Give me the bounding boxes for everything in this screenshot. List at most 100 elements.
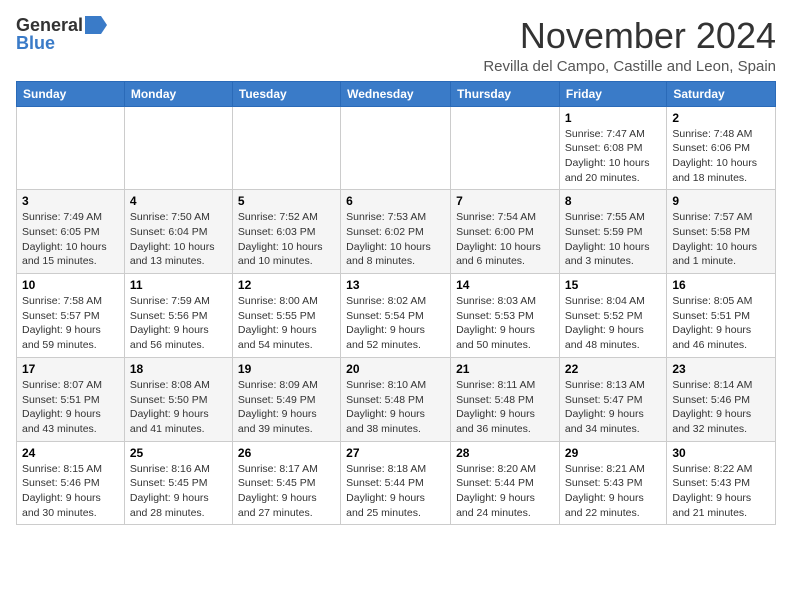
calendar-table: SundayMondayTuesdayWednesdayThursdayFrid… [16,81,776,526]
calendar-cell [341,106,451,190]
calendar-cell: 26 Sunrise: 8:17 AMSunset: 5:45 PMDayligh… [232,441,340,525]
day-number: 9 [672,194,770,208]
day-number: 5 [238,194,335,208]
calendar-cell [17,106,125,190]
cell-content: Sunrise: 7:54 AMSunset: 6:00 PMDaylight:… [456,210,554,269]
calendar-cell [124,106,232,190]
calendar-cell: 24 Sunrise: 8:15 AMSunset: 5:46 PMDayligh… [17,441,125,525]
weekday-monday: Monday [124,81,232,106]
day-number: 28 [456,446,554,460]
day-number: 18 [130,362,227,376]
calendar-cell: 6Sunrise: 7:53 AMSunset: 6:02 PMDaylight… [341,190,451,274]
day-number: 1 [565,111,661,125]
cell-content: Sunrise: 8:02 AMSunset: 5:54 PMDaylight:… [346,294,445,353]
cell-content: Sunrise: 7:48 AMSunset: 6:06 PMDaylight:… [672,127,770,186]
day-number: 26 [238,446,335,460]
page-header: General Blue November 2024 Revilla del C… [16,16,776,75]
calendar-cell: 27Sunrise: 8:18 AMSunset: 5:44 PMDayligh… [341,441,451,525]
weekday-friday: Friday [559,81,666,106]
day-number: 16 [672,278,770,292]
weekday-saturday: Saturday [667,81,776,106]
day-number: 6 [346,194,445,208]
day-number: 11 [130,278,227,292]
calendar-cell: 1 Sunrise: 7:47 AMSunset: 6:08 PMDaylight… [559,106,666,190]
calendar-cell: 17Sunrise: 8:07 AMSunset: 5:51 PMDayligh… [17,357,125,441]
calendar-cell: 20Sunrise: 8:10 AMSunset: 5:48 PMDayligh… [341,357,451,441]
day-number: 23 [672,362,770,376]
cell-content: Sunrise: 8:03 AMSunset: 5:53 PMDaylight:… [456,294,554,353]
calendar-cell: 22Sunrise: 8:13 AMSunset: 5:47 PMDayligh… [559,357,666,441]
cell-content: Sunrise: 8:14 AMSunset: 5:46 PMDaylight:… [672,378,770,437]
calendar-cell: 13 Sunrise: 8:02 AMSunset: 5:54 PMDayligh… [341,274,451,358]
day-number: 25 [130,446,227,460]
calendar-cell: 29 Sunrise: 8:21 AMSunset: 5:43 PMDayligh… [559,441,666,525]
calendar-cell [232,106,340,190]
cell-content: Sunrise: 8:21 AMSunset: 5:43 PMDaylight:… [565,462,661,521]
calendar-cell: 30Sunrise: 8:22 AMSunset: 5:43 PMDayligh… [667,441,776,525]
logo: General Blue [16,16,107,52]
cell-content: Sunrise: 8:05 AMSunset: 5:51 PMDaylight:… [672,294,770,353]
weekday-thursday: Thursday [451,81,560,106]
day-number: 24 [22,446,119,460]
calendar-cell: 18Sunrise: 8:08 AMSunset: 5:50 PMDayligh… [124,357,232,441]
cell-content: Sunrise: 8:20 AMSunset: 5:44 PMDaylight:… [456,462,554,521]
cell-content: Sunrise: 8:17 AMSunset: 5:45 PMDaylight:… [238,462,335,521]
day-number: 15 [565,278,661,292]
location-title: Revilla del Campo, Castille and Leon, Sp… [483,58,776,75]
week-row-3: 10 Sunrise: 7:58 AMSunset: 5:57 PMDayligh… [17,274,776,358]
calendar-cell: 4 Sunrise: 7:50 AMSunset: 6:04 PMDaylight… [124,190,232,274]
day-number: 8 [565,194,661,208]
day-number: 3 [22,194,119,208]
cell-content: Sunrise: 7:47 AMSunset: 6:08 PMDaylight:… [565,127,661,186]
calendar-body: 1 Sunrise: 7:47 AMSunset: 6:08 PMDaylight… [17,106,776,525]
calendar-cell: 10 Sunrise: 7:58 AMSunset: 5:57 PMDayligh… [17,274,125,358]
cell-content: Sunrise: 8:00 AMSunset: 5:55 PMDaylight:… [238,294,335,353]
cell-content: Sunrise: 8:13 AMSunset: 5:47 PMDaylight:… [565,378,661,437]
cell-content: Sunrise: 7:52 AMSunset: 6:03 PMDaylight:… [238,210,335,269]
calendar-cell: 25 Sunrise: 8:16 AMSunset: 5:45 PMDayligh… [124,441,232,525]
cell-content: Sunrise: 7:58 AMSunset: 5:57 PMDaylight:… [22,294,119,353]
day-number: 14 [456,278,554,292]
cell-content: Sunrise: 8:16 AMSunset: 5:45 PMDaylight:… [130,462,227,521]
day-number: 4 [130,194,227,208]
week-row-4: 17Sunrise: 8:07 AMSunset: 5:51 PMDayligh… [17,357,776,441]
calendar-cell: 5 Sunrise: 7:52 AMSunset: 6:03 PMDaylight… [232,190,340,274]
cell-content: Sunrise: 7:49 AMSunset: 6:05 PMDaylight:… [22,210,119,269]
calendar-cell: 11 Sunrise: 7:59 AMSunset: 5:56 PMDayligh… [124,274,232,358]
calendar-cell: 2 Sunrise: 7:48 AMSunset: 6:06 PMDaylight… [667,106,776,190]
day-number: 2 [672,111,770,125]
cell-content: Sunrise: 7:50 AMSunset: 6:04 PMDaylight:… [130,210,227,269]
calendar-cell: 8 Sunrise: 7:55 AMSunset: 5:59 PMDaylight… [559,190,666,274]
weekday-header-row: SundayMondayTuesdayWednesdayThursdayFrid… [17,81,776,106]
weekday-wednesday: Wednesday [341,81,451,106]
cell-content: Sunrise: 7:59 AMSunset: 5:56 PMDaylight:… [130,294,227,353]
cell-content: Sunrise: 7:55 AMSunset: 5:59 PMDaylight:… [565,210,661,269]
day-number: 13 [346,278,445,292]
cell-content: Sunrise: 8:18 AMSunset: 5:44 PMDaylight:… [346,462,445,521]
calendar-cell: 3 Sunrise: 7:49 AMSunset: 6:05 PMDaylight… [17,190,125,274]
calendar-cell: 21Sunrise: 8:11 AMSunset: 5:48 PMDayligh… [451,357,560,441]
calendar-cell: 23 Sunrise: 8:14 AMSunset: 5:46 PMDayligh… [667,357,776,441]
cell-content: Sunrise: 8:07 AMSunset: 5:51 PMDaylight:… [22,378,119,437]
cell-content: Sunrise: 8:22 AMSunset: 5:43 PMDaylight:… [672,462,770,521]
day-number: 21 [456,362,554,376]
day-number: 10 [22,278,119,292]
month-title: November 2024 [483,16,776,56]
logo-blue-text: Blue [16,34,55,52]
week-row-1: 1 Sunrise: 7:47 AMSunset: 6:08 PMDaylight… [17,106,776,190]
week-row-2: 3 Sunrise: 7:49 AMSunset: 6:05 PMDaylight… [17,190,776,274]
cell-content: Sunrise: 8:15 AMSunset: 5:46 PMDaylight:… [22,462,119,521]
day-number: 20 [346,362,445,376]
cell-content: Sunrise: 8:09 AMSunset: 5:49 PMDaylight:… [238,378,335,437]
weekday-sunday: Sunday [17,81,125,106]
title-block: November 2024 Revilla del Campo, Castill… [483,16,776,75]
calendar-cell: 19Sunrise: 8:09 AMSunset: 5:49 PMDayligh… [232,357,340,441]
day-number: 29 [565,446,661,460]
calendar-cell: 14 Sunrise: 8:03 AMSunset: 5:53 PMDayligh… [451,274,560,358]
logo-general-text: General [16,16,83,34]
cell-content: Sunrise: 7:57 AMSunset: 5:58 PMDaylight:… [672,210,770,269]
calendar-cell: 28 Sunrise: 8:20 AMSunset: 5:44 PMDayligh… [451,441,560,525]
day-number: 7 [456,194,554,208]
logo-icon [85,16,107,34]
calendar-cell: 15Sunrise: 8:04 AMSunset: 5:52 PMDayligh… [559,274,666,358]
